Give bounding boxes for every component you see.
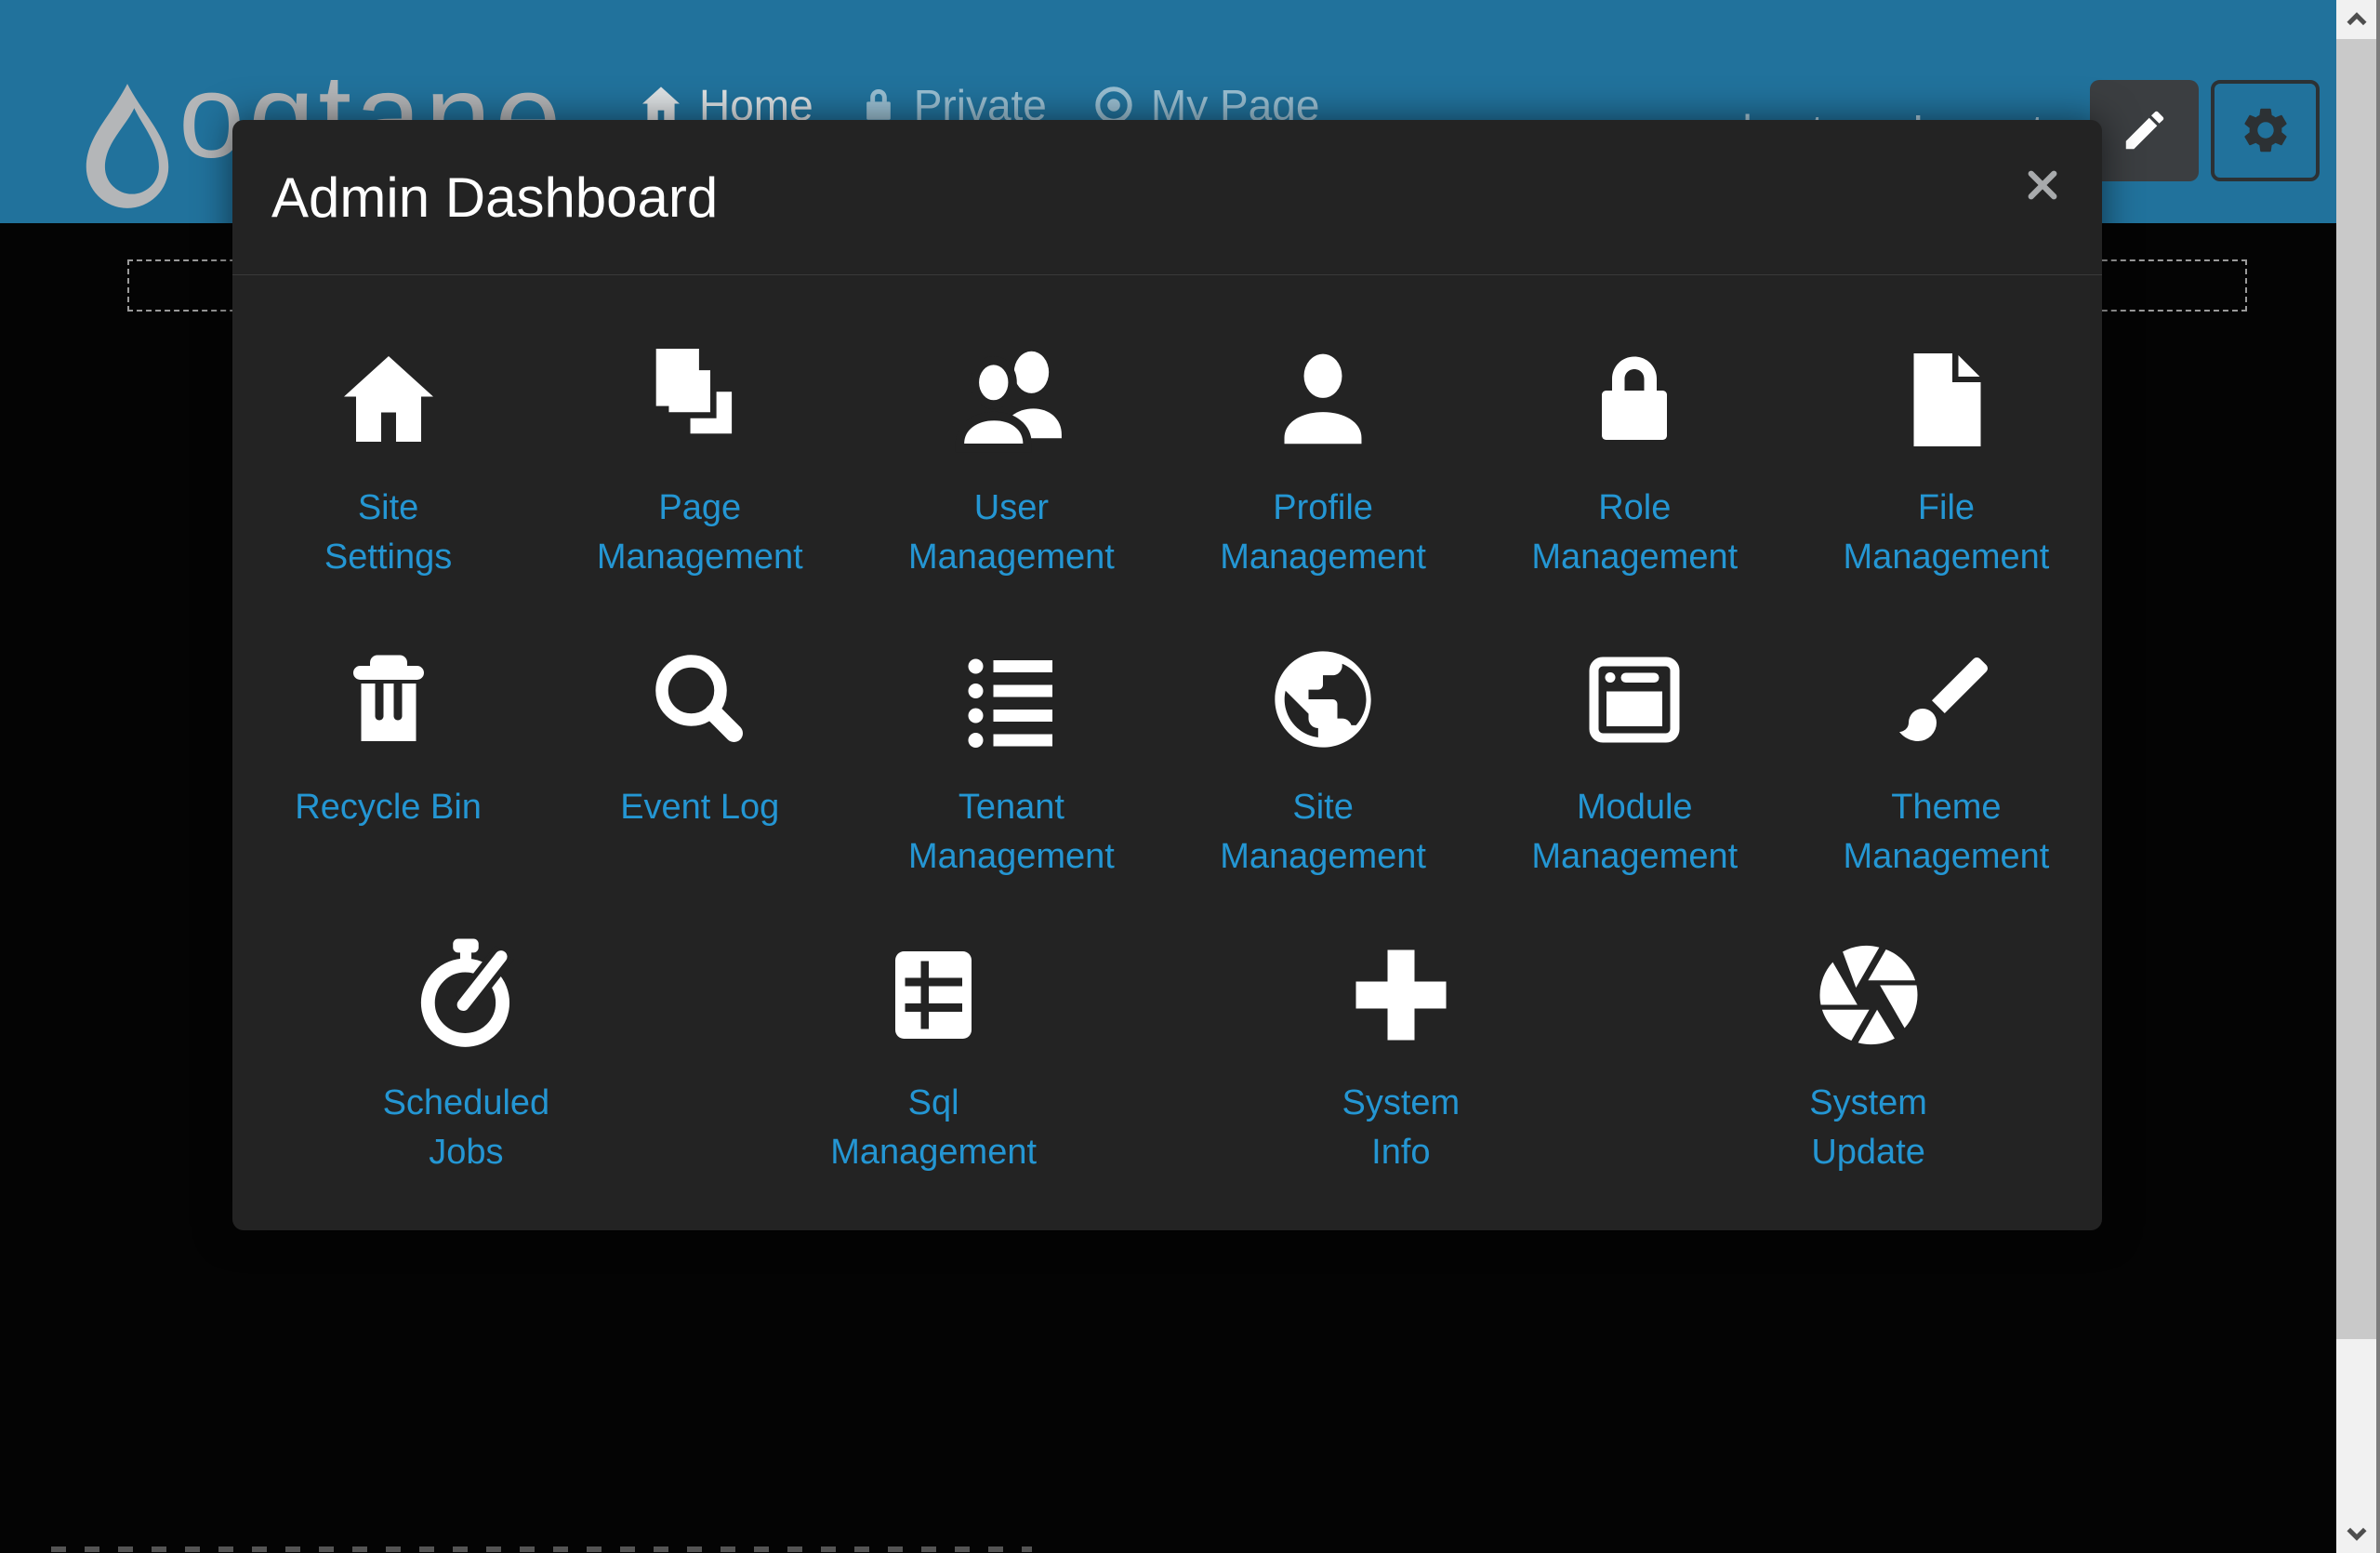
shutter-icon [1810,930,1927,1060]
list-icon [956,634,1067,764]
tile-label: User Management [908,484,1115,582]
tile-row: Scheduled Jobs Sql Management System Inf… [232,882,2102,1177]
tile-event-log[interactable]: Event Log [544,634,855,882]
tile-file-management[interactable]: File Management [1791,335,2102,582]
window-edge [2376,0,2380,1553]
tile-profile-management[interactable]: Profile Management [1168,335,1479,582]
close-icon [2023,166,2062,205]
tile-label: Module Management [1531,783,1738,882]
pencil-icon [2120,105,2170,155]
tile-label: Sql Management [830,1079,1037,1177]
brush-icon [1890,634,2002,764]
file-icon [1890,335,2002,465]
tile-label: Profile Management [1220,484,1426,582]
chevron-down-icon [2343,1520,2371,1547]
tile-site-management[interactable]: Site Management [1168,634,1479,882]
globe-icon [1265,634,1381,764]
tile-theme-management[interactable]: Theme Management [1791,634,2102,882]
timer-icon [404,930,527,1060]
tile-tenant-management[interactable]: Tenant Management [855,634,1167,882]
tile-user-management[interactable]: User Management [855,335,1167,582]
gear-icon [2239,103,2293,157]
modal-header: Admin Dashboard [232,120,2102,275]
water-drop-logo-icon [73,74,182,221]
close-button[interactable] [2020,163,2065,207]
tile-label: Site Settings [324,484,452,582]
chevron-up-icon [2343,6,2371,33]
admin-dashboard-modal: Admin Dashboard Site Settings Page Manag… [232,120,2102,1230]
edit-mode-button[interactable] [2090,80,2199,181]
tile-label: Theme Management [1844,783,2050,882]
tile-label: Tenant Management [908,783,1115,882]
tile-site-settings[interactable]: Site Settings [232,335,544,582]
tile-row: Recycle Bin Event Log Tenant Management … [232,582,2102,882]
vertical-scrollbar[interactable] [2336,0,2376,1553]
tile-label: System Update [1809,1079,1927,1177]
tile-label: Site Management [1220,783,1426,882]
tile-module-management[interactable]: Module Management [1479,634,1791,882]
person-icon [1264,335,1382,465]
tile-page-management[interactable]: Page Management [544,335,855,582]
tile-system-info[interactable]: System Info [1168,930,1635,1177]
tile-system-update[interactable]: System Update [1634,930,2102,1177]
admin-tile-grid: Site Settings Page Management User Manag… [232,275,2102,1177]
tile-label: Event Log [620,783,779,832]
modal-title: Admin Dashboard [271,166,718,230]
tile-label: File Management [1844,484,2050,582]
scrollbar-thumb[interactable] [2336,39,2376,1339]
tile-recycle-bin[interactable]: Recycle Bin [232,634,544,882]
lock-icon [1579,335,1690,465]
tile-role-management[interactable]: Role Management [1479,335,1791,582]
search-icon [644,634,756,764]
tile-label: System Info [1342,1079,1461,1177]
tile-label: Recycle Bin [295,783,482,832]
page-settings-button[interactable] [2211,80,2320,181]
tile-label: Page Management [597,484,803,582]
tile-scheduled-jobs[interactable]: Scheduled Jobs [232,930,700,1177]
pages-icon [639,335,761,465]
scroll-down-button[interactable] [2336,1514,2376,1553]
tile-label: Role Management [1531,484,1738,582]
clipped-content-fragment [51,1546,1032,1552]
tile-row: Site Settings Page Management User Manag… [232,275,2102,582]
plus-icon [1345,930,1457,1060]
trash-icon [333,634,444,764]
window-icon [1579,634,1690,764]
tile-sql-management[interactable]: Sql Management [700,930,1168,1177]
table-icon [878,930,989,1060]
home-icon [333,335,444,465]
people-icon [950,335,1073,465]
tile-label: Scheduled Jobs [383,1079,550,1177]
scroll-up-button[interactable] [2336,0,2376,39]
